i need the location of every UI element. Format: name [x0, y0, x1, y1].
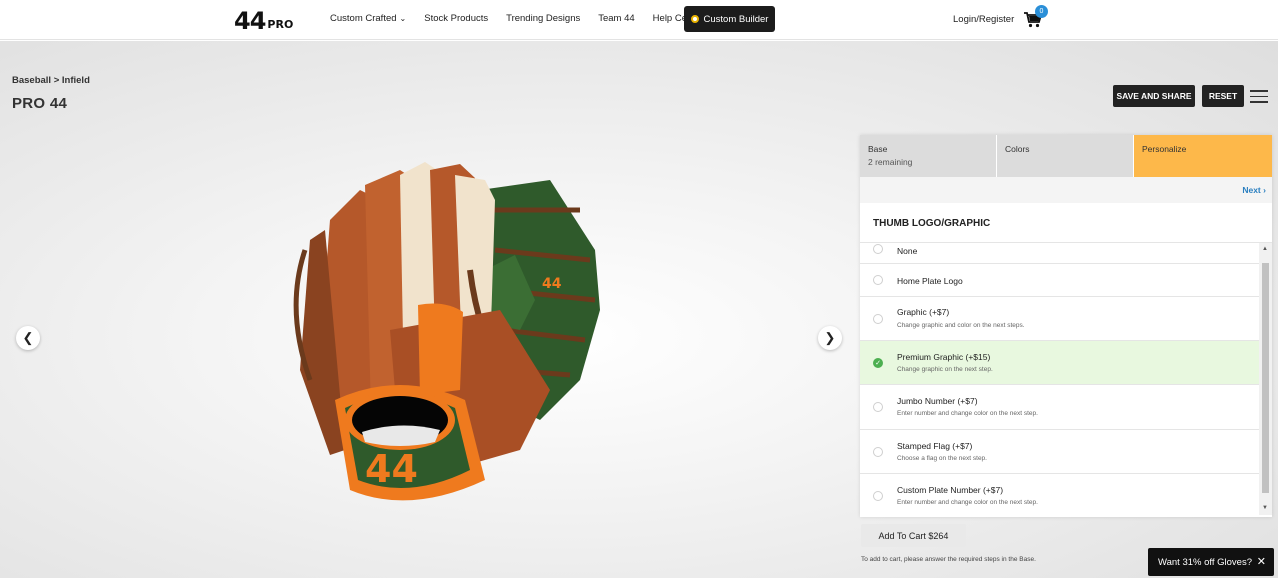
customization-panel: Base 2 remaining Colors Personalize Next…: [860, 135, 1272, 517]
option-description: Choose a flag on the next step.: [897, 455, 987, 462]
radio-button[interactable]: [873, 447, 883, 457]
option-label: Graphic (+$7): [897, 307, 950, 317]
option-home-plate-logo[interactable]: Home Plate Logo: [860, 264, 1259, 297]
scroll-up-icon[interactable]: ▲: [1262, 246, 1268, 252]
step-tabs: Base 2 remaining Colors Personalize: [860, 135, 1272, 177]
reset-button[interactable]: RESET: [1202, 85, 1244, 107]
logo-mark: 44: [234, 7, 266, 35]
cart-requirement-note: To add to cart, please answer the requir…: [861, 556, 1036, 563]
main-nav: Custom Crafted ⌄ Stock Products Trending …: [330, 13, 721, 24]
option-stamped-flag[interactable]: Stamped Flag (+$7) Choose a flag on the …: [860, 430, 1259, 474]
tab-label: Base: [868, 144, 888, 154]
next-step-link[interactable]: Next ›: [1242, 185, 1266, 195]
scrollbar-thumb[interactable]: [1262, 263, 1269, 493]
add-to-cart-button[interactable]: Add To Cart $264: [861, 524, 966, 547]
option-description: Enter number and change color on the nex…: [897, 410, 1038, 417]
option-graphic[interactable]: Graphic (+$7) Change graphic and color o…: [860, 297, 1259, 341]
nav-stock-products[interactable]: Stock Products: [424, 13, 488, 24]
login-register-link[interactable]: Login/Register: [953, 14, 1014, 25]
svg-text:44: 44: [542, 276, 562, 292]
radio-button[interactable]: [873, 275, 883, 285]
tab-sublabel: 2 remaining: [868, 157, 913, 167]
check-icon[interactable]: ✓: [873, 358, 883, 368]
option-description: Enter number and change color on the nex…: [897, 499, 1038, 506]
option-label: Home Plate Logo: [897, 276, 963, 286]
scroll-down-icon[interactable]: ▼: [1262, 505, 1268, 511]
builder-icon: [690, 15, 699, 23]
option-label: None: [897, 246, 918, 256]
option-jumbo-number[interactable]: Jumbo Number (+$7) Enter number and chan…: [860, 385, 1259, 430]
option-premium-graphic[interactable]: ✓ Premium Graphic (+$15) Change graphic …: [860, 341, 1259, 385]
option-custom-plate-number[interactable]: Custom Plate Number (+$7) Enter number a…: [860, 474, 1259, 515]
radio-button[interactable]: [873, 402, 883, 412]
glove-wrist-logo: 44: [365, 447, 418, 491]
step-nav-row: Next ›: [860, 177, 1272, 203]
option-list-scrollbar[interactable]: ▲ ▼: [1259, 243, 1272, 515]
section-title: THUMB LOGO/GRAPHIC: [860, 203, 1272, 243]
close-icon[interactable]: ✕: [1257, 555, 1266, 568]
cart-count-badge: 0: [1035, 5, 1048, 18]
nav-team-44[interactable]: Team 44: [598, 13, 634, 24]
nav-label: Custom Crafted: [330, 13, 397, 24]
option-label: Stamped Flag (+$7): [897, 441, 973, 451]
option-list: None Home Plate Logo Graphic (+$7) Chang…: [860, 243, 1272, 515]
glove-preview-image[interactable]: 44 44: [250, 150, 630, 515]
chevron-right-icon: ›: [1263, 185, 1266, 195]
custom-builder-button[interactable]: Custom Builder: [684, 6, 775, 32]
option-none[interactable]: None: [860, 243, 1259, 264]
chevron-right-icon[interactable]: ❯: [818, 326, 842, 350]
radio-button[interactable]: [873, 491, 883, 501]
chevron-left-icon[interactable]: ❮: [16, 326, 40, 350]
logo-sub: PRO: [267, 18, 294, 31]
builder-label: Custom Builder: [703, 13, 769, 25]
tab-base[interactable]: Base 2 remaining: [860, 135, 997, 177]
hamburger-icon[interactable]: [1250, 90, 1268, 103]
nav-custom-crafted[interactable]: Custom Crafted ⌄: [330, 13, 406, 24]
page-title: PRO 44: [12, 95, 68, 112]
tab-colors[interactable]: Colors: [997, 135, 1134, 177]
radio-button[interactable]: [873, 314, 883, 324]
save-and-share-button[interactable]: SAVE AND SHARE: [1113, 85, 1195, 107]
chevron-down-icon: ⌄: [399, 14, 407, 23]
option-label: Custom Plate Number (+$7): [897, 485, 1004, 495]
breadcrumb: Baseball > Infield: [12, 75, 90, 86]
top-navigation-bar: 44 PRO Custom Crafted ⌄ Stock Products Tr…: [0, 0, 1278, 40]
radio-button[interactable]: [873, 244, 883, 254]
option-description: Change graphic on the next step.: [897, 366, 993, 373]
brand-logo[interactable]: 44 PRO: [234, 7, 293, 33]
next-label: Next: [1242, 185, 1261, 195]
tab-label: Colors: [1005, 144, 1030, 154]
promo-text: Want 31% off Gloves?: [1158, 556, 1252, 568]
tab-label: Personalize: [1142, 144, 1187, 154]
promo-banner[interactable]: Want 31% off Gloves? ✕: [1148, 548, 1274, 576]
tab-personalize[interactable]: Personalize: [1134, 135, 1272, 177]
nav-trending-designs[interactable]: Trending Designs: [506, 13, 580, 24]
option-description: Change graphic and color on the next ste…: [897, 322, 1025, 329]
option-label: Jumbo Number (+$7): [897, 396, 978, 406]
option-label: Premium Graphic (+$15): [897, 352, 991, 362]
